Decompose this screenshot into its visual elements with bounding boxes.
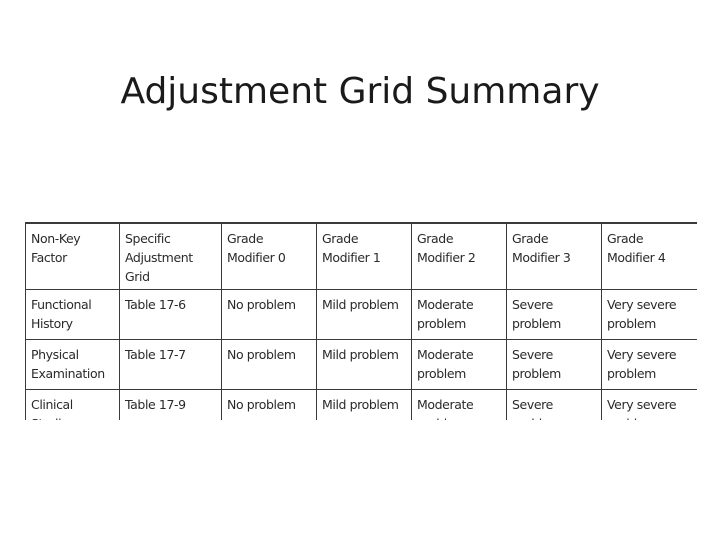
header-grade-modifier-4: Grade Modifier 4 (601, 222, 697, 290)
cell-modifier-0: No problem (221, 339, 317, 390)
cell-modifier-2: Moderateproblem (411, 389, 507, 420)
header-non-key-factor: Non-Key Factor (25, 222, 120, 290)
cell-modifier-3: Severeproblem (506, 339, 602, 390)
header-grade-modifier-0: Grade Modifier 0 (221, 222, 317, 290)
cell-modifier-3: Severeproblem (506, 389, 602, 420)
header-specific-adjustment-grid: Specific Adjustment Grid (119, 222, 222, 290)
table-row: Clinical Studies Table 17-9 No problem M… (25, 389, 697, 420)
cell-modifier-2: Moderateproblem (411, 339, 507, 390)
cell-modifier-3: Severeproblem (506, 289, 602, 340)
cell-factor: Physical Examination (25, 339, 120, 390)
header-grade-modifier-3: Grade Modifier 3 (506, 222, 602, 290)
cell-factor: Clinical Studies (25, 389, 120, 420)
cell-modifier-2: Moderateproblem (411, 289, 507, 340)
cell-modifier-0: No problem (221, 289, 317, 340)
cell-modifier-4: Very severeproblem (601, 289, 697, 340)
cell-factor: Functional History (25, 289, 120, 340)
header-grade-modifier-1: Grade Modifier 1 (316, 222, 412, 290)
table-row: Functional History Table 17-6 No problem … (25, 289, 697, 340)
cell-modifier-1: Mild problem (316, 389, 412, 420)
slide-title: Adjustment Grid Summary (120, 71, 600, 113)
cell-modifier-1: Mild problem (316, 289, 412, 340)
cell-grid: Table 17-6 (119, 289, 222, 340)
cell-grid: Table 17-9 (119, 389, 222, 420)
header-grade-modifier-2: Grade Modifier 2 (411, 222, 507, 290)
adjustment-grid-table: Non-Key Factor Specific Adjustment Grid Gr… (25, 222, 697, 420)
table-row: Physical Examination Table 17-7 No proble… (25, 339, 697, 390)
cell-modifier-1: Mild problem (316, 339, 412, 390)
cell-grid: Table 17-7 (119, 339, 222, 390)
adjustment-grid-table-image: Non-Key Factor Specific Adjustment Grid Gr… (25, 222, 697, 420)
cell-modifier-0: No problem (221, 389, 317, 420)
cell-modifier-4: Very severeproblem (601, 339, 697, 390)
table-header-row: Non-Key Factor Specific Adjustment Grid Gr… (25, 222, 697, 290)
cell-modifier-4: Very severeproblem (601, 389, 697, 420)
